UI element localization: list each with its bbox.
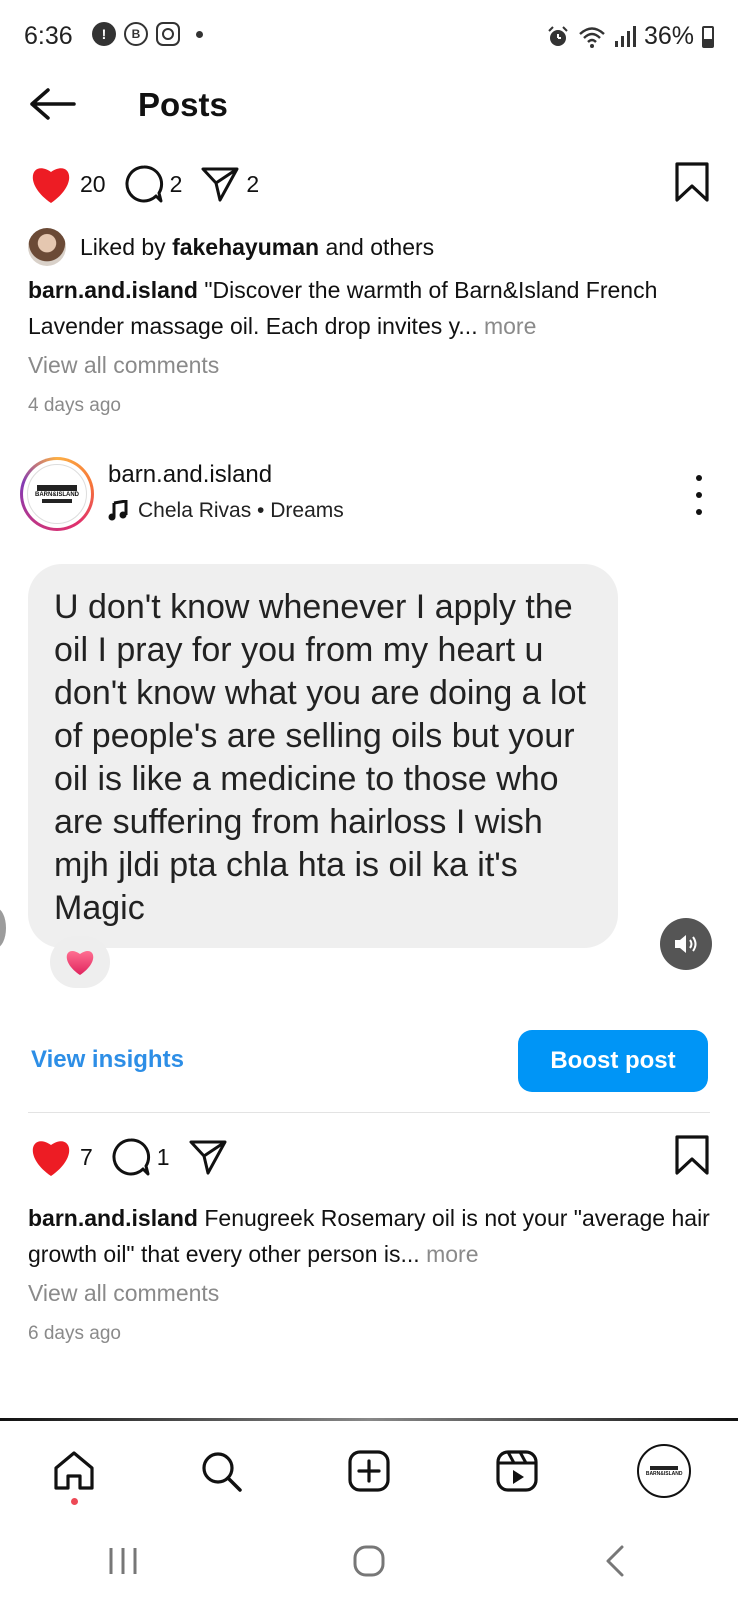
recent-apps-icon xyxy=(109,1548,137,1574)
divider xyxy=(28,1112,710,1113)
alarm-icon xyxy=(548,25,568,46)
comment-button[interactable]: 2 xyxy=(124,164,183,204)
header: Posts xyxy=(0,70,738,140)
page-title: Posts xyxy=(138,86,228,123)
notification-dot xyxy=(70,1498,78,1505)
save-button[interactable] xyxy=(674,1134,710,1181)
comment-button[interactable]: 1 xyxy=(111,1137,170,1177)
like-button[interactable]: 7 xyxy=(28,1136,93,1178)
back-icon xyxy=(606,1545,624,1577)
status-right-icons: 36% xyxy=(546,22,714,51)
comment-count: 1 xyxy=(156,1143,170,1170)
signal-icon xyxy=(614,25,636,47)
reaction-heart-chip xyxy=(50,936,110,988)
heart-filled-icon xyxy=(32,1141,70,1176)
nav-home[interactable] xyxy=(42,1439,106,1505)
caption-username[interactable]: barn.and.island xyxy=(28,1205,198,1231)
search-icon xyxy=(202,1452,243,1492)
like-button[interactable]: 20 xyxy=(28,163,106,205)
nav-profile[interactable]: BARN&ISLAND xyxy=(632,1439,696,1503)
status-left-icons: ! B xyxy=(92,22,203,46)
alert-icon: ! xyxy=(92,22,116,46)
system-back-button[interactable] xyxy=(575,1531,655,1591)
heart-filled-icon xyxy=(32,168,70,203)
insights-row: View insights Boost post xyxy=(28,1030,708,1092)
wifi-icon xyxy=(579,26,605,48)
b-icon: B xyxy=(124,22,148,46)
more-link[interactable]: more xyxy=(478,313,536,339)
audio-toggle-button[interactable] xyxy=(660,918,712,970)
reels-icon xyxy=(495,1450,538,1492)
post-timestamp: 6 days ago xyxy=(28,1323,121,1344)
post2-header: BARN&ISLAND barn.and.island Chela Rivas … xyxy=(20,455,720,535)
system-home-button[interactable] xyxy=(329,1531,409,1591)
post2-caption: barn.and.island Fenugreek Rosemary oil i… xyxy=(28,1200,714,1272)
save-button[interactable] xyxy=(674,161,710,208)
brand-logo-text: BARN&ISLAND xyxy=(35,492,79,498)
more-options-button[interactable] xyxy=(694,475,704,515)
liked-by-prefix: Liked by xyxy=(80,233,173,260)
battery-percent: 36% xyxy=(643,22,694,50)
system-nav xyxy=(0,1522,738,1600)
post1-actions: 20 2 2 xyxy=(28,160,710,208)
story-ring-avatar[interactable]: BARN&ISLAND xyxy=(20,457,94,531)
more-link[interactable]: more xyxy=(420,1241,478,1267)
share-icon xyxy=(201,167,239,202)
status-time: 6:36 xyxy=(24,22,73,50)
view-all-comments[interactable]: View all comments xyxy=(28,352,219,379)
comment-count: 2 xyxy=(169,170,183,197)
share-icon xyxy=(189,1140,227,1175)
caption-username[interactable]: barn.and.island xyxy=(28,277,198,303)
share-button[interactable]: 2 xyxy=(200,164,259,204)
bookmark-icon xyxy=(675,161,709,202)
music-note-icon xyxy=(108,500,128,521)
nav-search[interactable] xyxy=(189,1439,253,1503)
post-username[interactable]: barn.and.island xyxy=(108,461,272,489)
post2-actions: 7 1 xyxy=(28,1133,710,1181)
post1-caption: barn.and.island "Discover the warmth of … xyxy=(28,272,714,344)
view-all-comments[interactable]: View all comments xyxy=(28,1280,219,1307)
boost-post-button[interactable]: Boost post xyxy=(518,1030,708,1092)
brand-logo: BARN&ISLAND xyxy=(27,464,87,524)
liked-by-row: Liked by fakehayuman and others xyxy=(28,228,434,266)
speaker-icon xyxy=(675,935,697,953)
comment-icon xyxy=(112,1138,150,1176)
partial-avatar xyxy=(0,908,6,948)
recent-apps-button[interactable] xyxy=(83,1531,163,1591)
brand-logo-text: BARN&ISLAND xyxy=(645,1471,683,1477)
profile-avatar: BARN&ISLAND xyxy=(637,1444,692,1498)
like-count: 7 xyxy=(80,1143,93,1170)
liker-avatar[interactable] xyxy=(28,228,66,266)
share-count: 2 xyxy=(246,170,260,197)
comment-icon xyxy=(125,165,163,203)
dot-icon xyxy=(196,30,203,38)
like-count: 20 xyxy=(80,170,106,197)
back-button[interactable] xyxy=(28,84,78,124)
heart-reaction-icon xyxy=(66,950,94,975)
create-icon xyxy=(348,1450,390,1492)
instagram-icon xyxy=(156,22,180,46)
battery-icon xyxy=(702,25,714,48)
nav-reels[interactable] xyxy=(485,1439,549,1503)
status-bar: 6:36 ! B 36% xyxy=(0,0,738,70)
back-arrow-icon xyxy=(30,88,76,120)
music-info[interactable]: Chela Rivas • Dreams xyxy=(108,499,344,523)
home-button-icon xyxy=(353,1545,385,1577)
liked-by-suffix: and others xyxy=(319,233,435,260)
comment-bubble: U don't know whenever I apply the oil I … xyxy=(28,564,618,948)
post-media[interactable]: U don't know whenever I apply the oil I … xyxy=(0,548,738,998)
music-label: Chela Rivas • Dreams xyxy=(138,499,344,522)
bottom-nav: BARN&ISLAND xyxy=(0,1421,738,1521)
post-timestamp: 4 days ago xyxy=(28,395,121,416)
view-insights-link[interactable]: View insights xyxy=(31,1046,184,1074)
nav-create[interactable] xyxy=(337,1439,401,1503)
bookmark-icon xyxy=(675,1134,709,1175)
home-icon xyxy=(54,1451,94,1490)
liked-by-user[interactable]: fakehayuman xyxy=(172,234,319,261)
share-button[interactable] xyxy=(188,1137,228,1177)
